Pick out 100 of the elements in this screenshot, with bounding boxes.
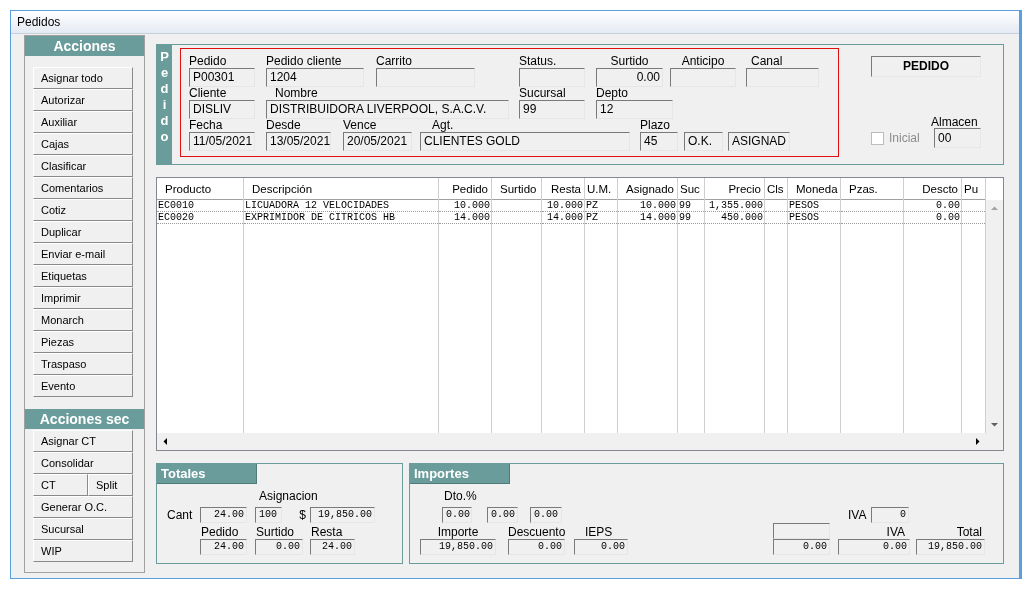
text-field[interactable]: 19,850.00 xyxy=(310,507,375,523)
text-field[interactable]: 13/05/2021 xyxy=(266,132,331,151)
field-label: Surtido xyxy=(610,54,649,68)
column-header[interactable]: Descripción xyxy=(244,178,438,200)
text-field[interactable]: 0.00 xyxy=(442,507,472,523)
column-header[interactable]: Suc xyxy=(678,178,704,200)
field-label: Nombre xyxy=(275,86,318,100)
text-field[interactable] xyxy=(773,523,830,539)
text-field[interactable] xyxy=(670,68,736,87)
text-field[interactable]: ASIGNAD xyxy=(728,132,790,151)
table-cell: PZ xyxy=(585,212,617,224)
vertical-scrollbar[interactable] xyxy=(986,200,1003,433)
column-header[interactable]: Descto xyxy=(904,178,961,200)
column-header[interactable]: Pedido xyxy=(439,178,491,200)
text-field[interactable]: CLIENTES GOLD xyxy=(420,132,630,151)
column-header[interactable]: Producto xyxy=(157,178,243,200)
action-button[interactable]: Etiquetas xyxy=(33,265,133,287)
text-field[interactable] xyxy=(746,68,819,87)
text-field[interactable]: 11/05/2021 xyxy=(189,132,255,151)
action-button[interactable]: CT xyxy=(33,474,88,496)
action-button[interactable]: Comentarios xyxy=(33,177,133,199)
table-cell: 14.000 xyxy=(618,212,677,224)
action-button[interactable]: Clasificar xyxy=(33,155,133,177)
action-button[interactable]: Auxiliar xyxy=(33,111,133,133)
text-field[interactable]: 0.00 xyxy=(255,539,303,555)
action-button[interactable]: Duplicar xyxy=(33,221,133,243)
column-header[interactable]: Asignado xyxy=(618,178,677,200)
field-label: Pedido xyxy=(189,54,227,68)
table-cell: 10.000 xyxy=(542,200,584,212)
action-button[interactable]: Cajas xyxy=(33,133,133,155)
text-field[interactable]: DISLIV xyxy=(189,100,255,119)
action-button[interactable]: Autorizar xyxy=(33,89,133,111)
action-button[interactable]: Asignar CT xyxy=(33,430,133,452)
text-field[interactable]: 99 xyxy=(519,100,585,119)
text-field[interactable]: 00 xyxy=(934,128,981,148)
text-field[interactable]: 12 xyxy=(596,100,673,119)
table-cell: 10.000 xyxy=(439,200,491,212)
text-field[interactable]: 0.00 xyxy=(773,539,830,555)
column-header[interactable]: Pu xyxy=(962,178,985,200)
field-label: Almacen xyxy=(931,115,978,129)
field-label: Vence xyxy=(343,118,377,132)
text-field[interactable]: 0.00 xyxy=(574,539,628,555)
action-button[interactable]: Monarch xyxy=(33,309,133,331)
action-button[interactable]: Imprimir xyxy=(33,287,133,309)
action-button[interactable]: Evento xyxy=(33,375,133,397)
action-button[interactable]: Piezas xyxy=(33,331,133,353)
text-field[interactable]: 0.00 xyxy=(530,507,562,523)
text-field[interactable]: 19,850.00 xyxy=(916,539,985,555)
action-button[interactable]: WIP xyxy=(33,540,133,562)
field-label: Dto.% xyxy=(444,489,477,503)
section-header: Acciones sec xyxy=(25,409,144,429)
column-header[interactable]: Pzas. xyxy=(841,178,903,200)
column-header[interactable]: Cls xyxy=(765,178,787,200)
table-cell: 0.00 xyxy=(904,212,961,224)
column-header[interactable]: U.M. xyxy=(585,178,617,200)
text-field[interactable] xyxy=(376,68,475,87)
table-cell: 10.000 xyxy=(618,200,677,212)
table-cell: 1,355.000 xyxy=(705,200,764,212)
action-button[interactable]: Cotiz xyxy=(33,199,133,221)
table-cell: 0.00 xyxy=(904,200,961,212)
field-label: Total xyxy=(955,526,983,539)
text-field[interactable]: 24.00 xyxy=(310,539,355,555)
text-field[interactable]: 0.00 xyxy=(838,539,910,555)
text-field[interactable]: O.K. xyxy=(684,132,723,151)
column-header[interactable]: Resta xyxy=(542,178,584,200)
action-button[interactable]: Consolidar xyxy=(33,452,133,474)
text-field[interactable]: 1204 xyxy=(266,68,364,87)
text-field[interactable]: 0.00 xyxy=(508,539,565,555)
field-label: Agt. xyxy=(432,118,454,132)
column-header[interactable]: Surtido xyxy=(492,178,541,200)
text-field[interactable]: 19,850.00 xyxy=(420,539,496,555)
text-field[interactable]: 24.00 xyxy=(200,507,247,523)
text-field[interactable]: 24.00 xyxy=(200,539,247,555)
section-header: Acciones xyxy=(25,36,144,56)
horizontal-scrollbar[interactable] xyxy=(157,433,986,450)
field-label: Descuento xyxy=(508,526,565,539)
text-field[interactable]: DISTRIBUIDORA LIVERPOOL, S.A.C.V. xyxy=(266,100,509,119)
text-field[interactable] xyxy=(519,68,585,87)
action-button[interactable]: Enviar e-mail xyxy=(33,243,133,265)
action-button[interactable]: Split xyxy=(88,474,133,496)
table-cell: 14.000 xyxy=(439,212,491,224)
text-field[interactable]: 20/05/2021 xyxy=(343,132,412,151)
text-field[interactable]: 0 xyxy=(871,507,909,523)
action-button[interactable]: Sucursal xyxy=(33,518,133,540)
text-field[interactable]: 0.00 xyxy=(487,507,518,523)
field-label: Depto xyxy=(596,86,629,100)
field-label: Sucursal xyxy=(519,86,566,100)
text-field[interactable]: 100 xyxy=(255,507,282,523)
field-label: Plazo xyxy=(640,118,671,132)
table-cell: 99 xyxy=(678,200,704,212)
column-header[interactable]: Moneda xyxy=(788,178,840,200)
column-header[interactable]: Precio xyxy=(705,178,764,200)
text-field[interactable]: P00301 xyxy=(189,68,255,87)
table-cell: EXPRIMIDOR DE CITRICOS HB xyxy=(244,212,438,224)
action-button[interactable]: Asignar todo xyxy=(33,67,133,89)
action-button[interactable]: Traspaso xyxy=(33,353,133,375)
text-field[interactable]: 45 xyxy=(640,132,678,151)
action-button[interactable]: Generar O.C. xyxy=(33,496,133,518)
text-field[interactable]: 0.00 xyxy=(596,68,663,87)
field-label: Importe xyxy=(436,526,480,539)
